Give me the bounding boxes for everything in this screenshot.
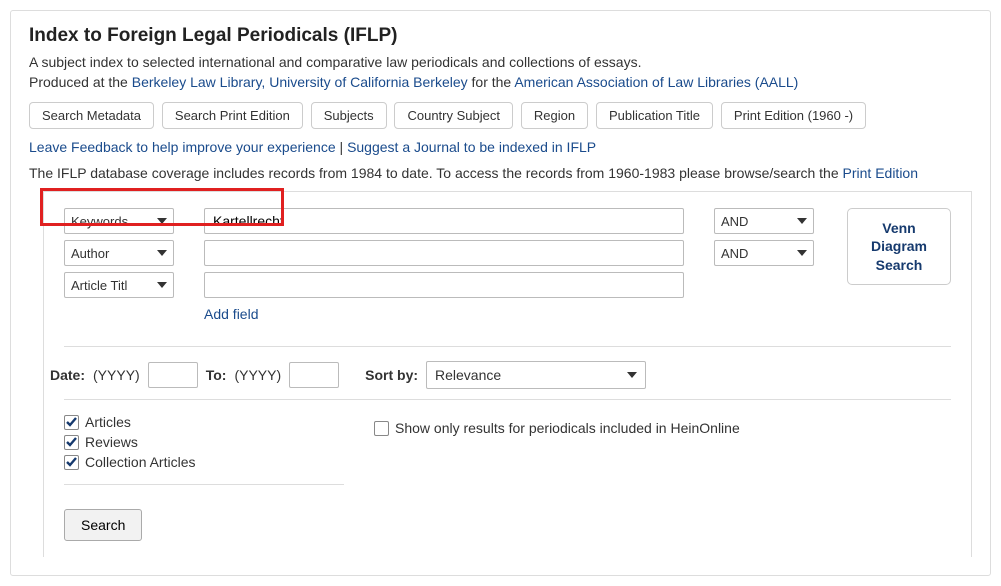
sort-by-label: Sort by: xyxy=(365,367,418,383)
tab-search-metadata[interactable]: Search Metadata xyxy=(29,102,154,129)
search-input-2[interactable] xyxy=(204,272,684,298)
sort-by-value: Relevance xyxy=(435,367,501,383)
checkbox-icon xyxy=(64,435,79,450)
checkbox-articles[interactable]: Articles xyxy=(64,414,374,430)
field-select-2-value: Article Titl xyxy=(71,278,127,293)
search-button[interactable]: Search xyxy=(64,509,142,541)
chevron-down-icon xyxy=(157,250,167,256)
field-select-1-value: Author xyxy=(71,246,109,261)
chevron-down-icon xyxy=(627,372,637,378)
venn-diagram-search-button[interactable]: Venn Diagram Search xyxy=(847,208,951,285)
checkbox-icon xyxy=(64,415,79,430)
print-edition-link[interactable]: Print Edition xyxy=(843,165,918,181)
feedback-separator: | xyxy=(336,139,347,155)
advanced-search-form: Keywords AND Author xyxy=(43,191,972,557)
tab-print-edition[interactable]: Print Edition (1960 -) xyxy=(721,102,866,129)
search-row-1: Author AND xyxy=(64,240,847,266)
search-row-0: Keywords AND xyxy=(64,208,847,234)
tab-region[interactable]: Region xyxy=(521,102,588,129)
operator-select-0[interactable]: AND xyxy=(714,208,814,234)
tab-bar: Search Metadata Search Print Edition Sub… xyxy=(29,102,972,129)
checkbox-section: Articles Reviews Collection Articles Sho… xyxy=(64,414,951,474)
to-label: To: xyxy=(206,367,227,383)
divider xyxy=(64,346,951,347)
coverage-note: The IFLP database coverage includes reco… xyxy=(29,165,972,181)
divider xyxy=(64,484,344,485)
field-select-0-value: Keywords xyxy=(71,214,128,229)
checkbox-hein-only-label: Show only results for periodicals includ… xyxy=(395,420,740,436)
tab-publication-title[interactable]: Publication Title xyxy=(596,102,713,129)
chevron-down-icon xyxy=(157,218,167,224)
tab-search-print-edition[interactable]: Search Print Edition xyxy=(162,102,303,129)
chevron-down-icon xyxy=(157,282,167,288)
field-select-1[interactable]: Author xyxy=(64,240,174,266)
date-to-input[interactable] xyxy=(289,362,339,388)
checkbox-collection-label: Collection Articles xyxy=(85,454,196,470)
page-title: Index to Foreign Legal Periodicals (IFLP… xyxy=(29,25,972,47)
checkbox-icon xyxy=(64,455,79,470)
filters-row: Date: (YYYY) To: (YYYY) Sort by: Relevan… xyxy=(50,361,951,389)
search-input-0[interactable] xyxy=(204,208,684,234)
add-field-link[interactable]: Add field xyxy=(204,306,258,322)
checkbox-reviews[interactable]: Reviews xyxy=(64,434,374,450)
operator-select-0-value: AND xyxy=(721,214,748,229)
desc-prefix: Produced at the xyxy=(29,74,132,90)
coverage-text: The IFLP database coverage includes reco… xyxy=(29,165,843,181)
field-select-2[interactable]: Article Titl xyxy=(64,272,174,298)
search-input-1[interactable] xyxy=(204,240,684,266)
desc-line1: A subject index to selected internationa… xyxy=(29,54,641,70)
feedback-row: Leave Feedback to help improve your expe… xyxy=(29,139,972,155)
berkeley-link[interactable]: Berkeley Law Library, University of Cali… xyxy=(132,74,468,90)
checkbox-reviews-label: Reviews xyxy=(85,434,138,450)
tab-country-subject[interactable]: Country Subject xyxy=(394,102,513,129)
leave-feedback-link[interactable]: Leave Feedback to help improve your expe… xyxy=(29,139,336,155)
divider xyxy=(64,399,951,400)
sort-by-select[interactable]: Relevance xyxy=(426,361,646,389)
checkbox-hein-only[interactable]: Show only results for periodicals includ… xyxy=(374,420,740,436)
date-to-hint: (YYYY) xyxy=(234,367,281,383)
chevron-down-icon xyxy=(797,218,807,224)
operator-select-1[interactable]: AND xyxy=(714,240,814,266)
chevron-down-icon xyxy=(797,250,807,256)
field-select-0[interactable]: Keywords xyxy=(64,208,174,234)
checkbox-icon xyxy=(374,421,389,436)
desc-mid: for the xyxy=(468,74,515,90)
date-label: Date: xyxy=(50,367,85,383)
suggest-journal-link[interactable]: Suggest a Journal to be indexed in IFLP xyxy=(347,139,596,155)
description: A subject index to selected internationa… xyxy=(29,53,972,92)
search-panel: Index to Foreign Legal Periodicals (IFLP… xyxy=(10,10,991,576)
search-row-2: Article Titl xyxy=(64,272,847,298)
operator-select-1-value: AND xyxy=(721,246,748,261)
checkbox-articles-label: Articles xyxy=(85,414,131,430)
tab-subjects[interactable]: Subjects xyxy=(311,102,387,129)
date-from-input[interactable] xyxy=(148,362,198,388)
date-from-hint: (YYYY) xyxy=(93,367,140,383)
checkbox-collection-articles[interactable]: Collection Articles xyxy=(64,454,374,470)
aall-link[interactable]: American Association of Law Libraries (A… xyxy=(514,74,798,90)
